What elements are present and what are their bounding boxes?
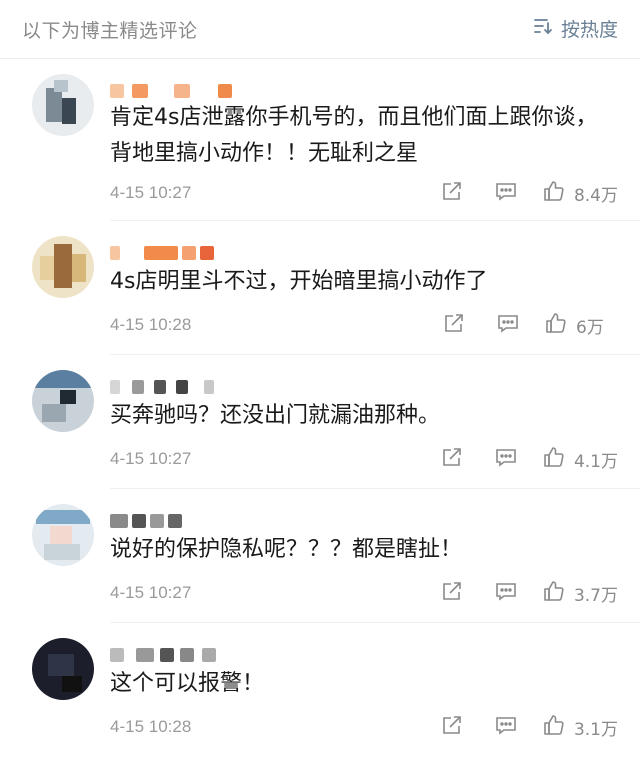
share-icon [440,179,464,207]
comment-meta: 4-15 10:28 3.1万 [110,712,618,742]
section-title: 以下为博主精选评论 [22,20,198,42]
username-blurred[interactable] [110,376,270,398]
comment-meta: 4-15 10:27 3.7万 [110,578,618,608]
comment-time: 4-15 10:27 [110,449,192,468]
comment-item: 说好的保护隐私呢？？？都是瞎扯！ 4-15 10:27 3.7万 [0,504,640,614]
divider [110,354,640,355]
comment-item: 肯定4s店泄露你手机号的，而且他们面上跟你谈，背地里搞小动作！！无耻利之星 4-… [0,72,640,212]
username-blurred[interactable] [110,80,270,102]
share-button[interactable] [440,713,464,741]
comment-time: 4-15 10:28 [110,717,192,736]
username-blurred[interactable] [110,242,270,264]
share-button[interactable] [440,445,464,473]
divider [110,622,640,623]
reply-icon [496,311,520,339]
like-icon [544,311,568,339]
share-icon [440,445,464,473]
reply-icon [494,179,518,207]
like-icon [542,179,566,207]
reply-icon [494,445,518,473]
comment-item: 买奔驰吗？还没出门就漏油那种。 4-15 10:27 4.1万 [0,370,640,480]
like-button[interactable]: 4.1万 [542,445,618,473]
like-icon [542,445,566,473]
comment-time: 4-15 10:27 [110,583,192,602]
share-button[interactable] [440,179,464,207]
avatar[interactable] [32,236,94,298]
sort-icon [533,16,553,41]
comment-meta: 4-15 10:28 6万 [110,310,618,340]
comment-item: 4s店明里斗不过，开始暗里搞小动作了 4-15 10:28 6万 [0,236,640,346]
comment-text: 肯定4s店泄露你手机号的，而且他们面上跟你谈，背地里搞小动作！！无耻利之星 [110,105,598,166]
reply-button[interactable] [496,311,520,339]
sort-by-hot-button[interactable]: 按热度 [533,14,618,42]
like-icon [542,579,566,607]
like-count: 4.1万 [573,451,618,472]
like-button[interactable]: 3.1万 [542,713,618,741]
reply-button[interactable] [494,445,518,473]
comment-meta: 4-15 10:27 8.4万 [110,178,618,208]
avatar[interactable] [32,74,94,136]
like-button[interactable]: 8.4万 [542,179,618,207]
reply-button[interactable] [494,179,518,207]
comment-text: 4s店明里斗不过，开始暗里搞小动作了 [110,269,488,294]
like-button[interactable]: 3.7万 [542,579,618,607]
comment-text: 说好的保护隐私呢？？？都是瞎扯！ [110,537,463,562]
share-icon [440,579,464,607]
avatar[interactable] [32,370,94,432]
share-button[interactable] [442,311,466,339]
comment-text: 这个可以报警！ [110,671,265,696]
reply-icon [494,579,518,607]
avatar[interactable] [32,504,94,566]
comment-meta: 4-15 10:27 4.1万 [110,444,618,474]
like-count: 8.4万 [573,185,618,206]
reply-button[interactable] [494,579,518,607]
like-count: 3.7万 [573,585,618,606]
comment-text: 买奔驰吗？还没出门就漏油那种。 [110,403,441,428]
share-icon [442,311,466,339]
like-button[interactable]: 6万 [544,311,618,339]
divider [110,488,640,489]
divider [110,220,640,221]
like-count: 6万 [576,317,604,338]
share-icon [440,713,464,741]
avatar[interactable] [32,638,94,700]
comment-time: 4-15 10:28 [110,315,192,334]
username-blurred[interactable] [110,644,270,666]
comments-header: 以下为博主精选评论 按热度 [0,0,640,59]
reply-button[interactable] [494,713,518,741]
like-count: 3.1万 [573,719,618,740]
comment-item: 这个可以报警！ 4-15 10:28 3.1万 [0,638,640,748]
comment-time: 4-15 10:27 [110,183,192,202]
like-icon [542,713,566,741]
username-blurred[interactable] [110,510,270,532]
reply-icon [494,713,518,741]
share-button[interactable] [440,579,464,607]
sort-label: 按热度 [560,18,618,41]
